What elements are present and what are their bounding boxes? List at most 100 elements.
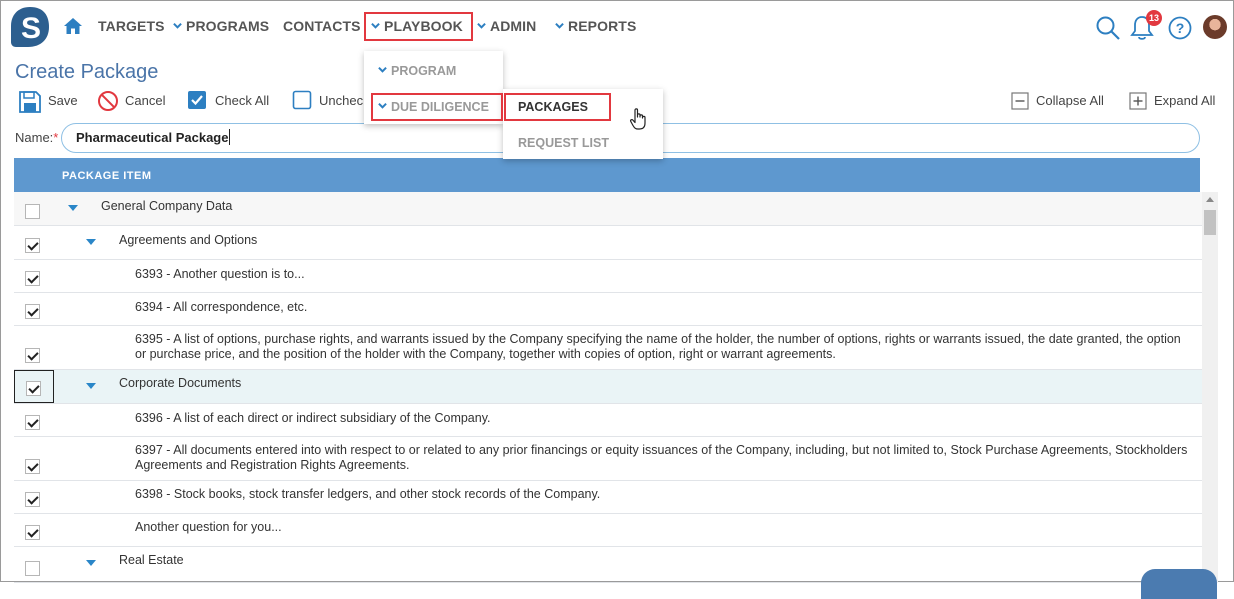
row-checkbox[interactable] xyxy=(25,238,40,253)
user-avatar[interactable] xyxy=(1203,15,1227,39)
tree-expand-arrow-icon[interactable] xyxy=(68,205,78,211)
chevron-down-icon xyxy=(378,66,387,73)
table-row: Agreements and Options xyxy=(14,226,1202,260)
chat-widget-button[interactable] xyxy=(1141,569,1217,599)
help-icon[interactable]: ? xyxy=(1167,15,1193,41)
table-row: 6396 - A list of each direct or indirect… xyxy=(14,404,1202,437)
row-text: General Company Data xyxy=(101,199,233,213)
scrollbar-thumb[interactable] xyxy=(1204,210,1216,235)
row-text: Corporate Documents xyxy=(119,376,242,390)
nav-admin-label: ADMIN xyxy=(490,18,537,34)
table-row: 6398 - Stock books, stock transfer ledge… xyxy=(14,481,1202,514)
nav-reports[interactable]: REPORTS xyxy=(555,18,636,34)
playbook-highlight-box xyxy=(364,12,473,41)
table-row: 6395 - A list of options, purchase right… xyxy=(14,326,1202,370)
collapse-all-button[interactable]: Collapse All xyxy=(1036,93,1104,108)
expand-all-button[interactable]: Expand All xyxy=(1154,93,1215,108)
uncheck-all-button[interactable]: Uncheck xyxy=(319,93,370,108)
package-name-value: Pharmaceutical Package xyxy=(76,130,229,145)
row-checkbox-cell xyxy=(14,192,54,225)
app-logo-icon[interactable]: S xyxy=(10,6,50,48)
svg-text:?: ? xyxy=(1176,20,1185,36)
row-text: 6396 - A list of each direct or indirect… xyxy=(135,411,491,425)
row-text: 6395 - A list of options, purchase right… xyxy=(135,332,1181,361)
row-checkbox-cell xyxy=(14,293,54,325)
row-text: 6397 - All documents entered into with r… xyxy=(135,443,1188,472)
hand-cursor-icon xyxy=(630,108,646,130)
chevron-down-icon xyxy=(477,22,486,29)
scroll-up-arrow-icon[interactable] xyxy=(1206,197,1214,202)
text-caret xyxy=(229,129,231,145)
row-checkbox-cell xyxy=(14,326,54,369)
row-checkbox-cell xyxy=(14,226,54,259)
menu-item-program-label: PROGRAM xyxy=(391,64,457,78)
name-label: Name:* xyxy=(15,130,58,145)
vertical-scrollbar[interactable] xyxy=(1202,192,1218,583)
row-checkbox[interactable] xyxy=(25,492,40,507)
row-checkbox[interactable] xyxy=(25,348,40,363)
chevron-down-icon xyxy=(555,22,564,29)
row-checkbox-cell xyxy=(14,547,54,582)
cancel-icon[interactable] xyxy=(97,90,119,112)
row-text: 6394 - All correspondence, etc. xyxy=(135,300,308,314)
nav-contacts-label: CONTACTS xyxy=(283,18,361,34)
nav-programs[interactable]: PROGRAMS xyxy=(173,18,269,34)
submenu-item-request-list[interactable]: REQUEST LIST xyxy=(518,136,609,150)
row-text: Another question for you... xyxy=(135,520,282,534)
row-text: Agreements and Options xyxy=(119,233,258,247)
row-checkbox-cell xyxy=(14,370,54,403)
table-row: Another question for you... xyxy=(14,514,1202,547)
notification-badge: 13 xyxy=(1146,10,1162,26)
packages-highlight-box xyxy=(504,93,611,121)
save-button[interactable]: Save xyxy=(48,93,78,108)
required-asterisk: * xyxy=(53,130,59,145)
check-all-icon[interactable] xyxy=(187,90,207,110)
row-checkbox[interactable] xyxy=(25,415,40,430)
svg-text:S: S xyxy=(21,12,41,45)
expand-all-icon[interactable] xyxy=(1129,92,1147,110)
due-diligence-highlight-box xyxy=(371,93,503,121)
package-item-tree: General Company Data Agreements and Opti… xyxy=(14,192,1202,583)
grid-header: PACKAGE ITEM xyxy=(14,158,1200,192)
nav-targets-label: TARGETS xyxy=(98,18,165,34)
uncheck-all-icon[interactable] xyxy=(292,90,312,110)
row-checkbox[interactable] xyxy=(25,525,40,540)
nav-programs-label: PROGRAMS xyxy=(186,18,270,34)
row-checkbox[interactable] xyxy=(25,561,40,576)
row-checkbox-cell xyxy=(14,481,54,513)
check-all-button[interactable]: Check All xyxy=(215,93,269,108)
tree-expand-arrow-icon[interactable] xyxy=(86,383,96,389)
collapse-all-icon[interactable] xyxy=(1011,92,1029,110)
nav-contacts[interactable]: CONTACTS xyxy=(283,18,361,34)
package-item-column-header: PACKAGE ITEM xyxy=(62,170,152,182)
table-row: 6394 - All correspondence, etc. xyxy=(14,293,1202,326)
table-row: Real Estate xyxy=(14,547,1202,583)
row-checkbox-cell xyxy=(14,404,54,436)
row-checkbox[interactable] xyxy=(25,204,40,219)
save-icon[interactable] xyxy=(18,90,42,114)
row-text: Real Estate xyxy=(119,553,184,567)
table-row: 6393 - Another question is to... xyxy=(14,260,1202,293)
nav-reports-label: REPORTS xyxy=(568,18,637,34)
menu-item-program[interactable]: PROGRAM xyxy=(378,64,456,78)
home-icon[interactable] xyxy=(63,16,83,36)
table-row: 6397 - All documents entered into with r… xyxy=(14,437,1202,481)
tree-expand-arrow-icon[interactable] xyxy=(86,560,96,566)
row-checkbox-cell xyxy=(14,260,54,292)
table-row: General Company Data xyxy=(14,192,1202,226)
row-text: 6393 - Another question is to... xyxy=(135,267,305,281)
search-icon[interactable] xyxy=(1095,15,1121,41)
row-text: 6398 - Stock books, stock transfer ledge… xyxy=(135,487,601,501)
row-checkbox[interactable] xyxy=(25,271,40,286)
row-checkbox-cell xyxy=(14,437,54,480)
cancel-button[interactable]: Cancel xyxy=(125,93,165,108)
table-row: Corporate Documents xyxy=(14,370,1202,404)
nav-admin[interactable]: ADMIN xyxy=(477,18,536,34)
name-label-text: Name: xyxy=(15,130,54,145)
tree-expand-arrow-icon[interactable] xyxy=(86,239,96,245)
row-checkbox[interactable] xyxy=(25,304,40,319)
row-checkbox[interactable] xyxy=(25,459,40,474)
nav-targets[interactable]: TARGETS xyxy=(98,18,165,34)
row-checkbox-cell xyxy=(14,514,54,546)
row-checkbox[interactable] xyxy=(26,381,41,396)
